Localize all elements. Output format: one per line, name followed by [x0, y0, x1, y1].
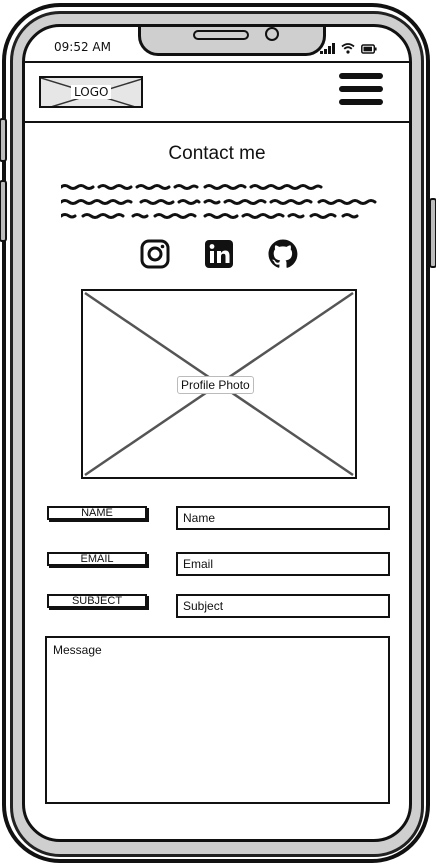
subject-input[interactable]: [176, 594, 390, 618]
status-icons: [320, 40, 377, 54]
front-camera: [265, 27, 279, 41]
menu-icon: [339, 73, 383, 79]
signal-icon: [320, 42, 335, 54]
phone-screen: 09:52 AM LOGO Contact me Profile Photo N…: [22, 24, 412, 842]
wifi-icon: [341, 43, 355, 54]
email-label: EMAIL: [47, 552, 147, 566]
subject-label: SUBJECT: [47, 594, 147, 608]
linkedin-icon[interactable]: [203, 238, 235, 270]
volume-up-button: [0, 118, 7, 162]
name-input[interactable]: [176, 506, 390, 530]
menu-button[interactable]: [339, 73, 383, 111]
battery-icon: [361, 44, 377, 54]
name-label: NAME: [47, 506, 147, 520]
logo-text: LOGO: [71, 85, 112, 99]
profile-photo-label: Profile Photo: [177, 376, 254, 394]
speaker-grill: [193, 30, 249, 40]
github-icon[interactable]: [267, 238, 299, 270]
notch: [138, 27, 326, 56]
logo[interactable]: LOGO: [39, 76, 143, 108]
page-title: Contact me: [168, 143, 266, 164]
message-input[interactable]: [45, 636, 390, 804]
status-time: 09:52 AM: [54, 40, 111, 54]
profile-photo: Profile Photo: [81, 289, 357, 479]
volume-down-button: [0, 180, 7, 242]
top-nav-bar: LOGO: [25, 61, 409, 123]
placeholder-text-scribble: [61, 184, 377, 219]
power-button: [429, 198, 436, 268]
instagram-icon[interactable]: [139, 238, 171, 270]
email-input[interactable]: [176, 552, 390, 576]
